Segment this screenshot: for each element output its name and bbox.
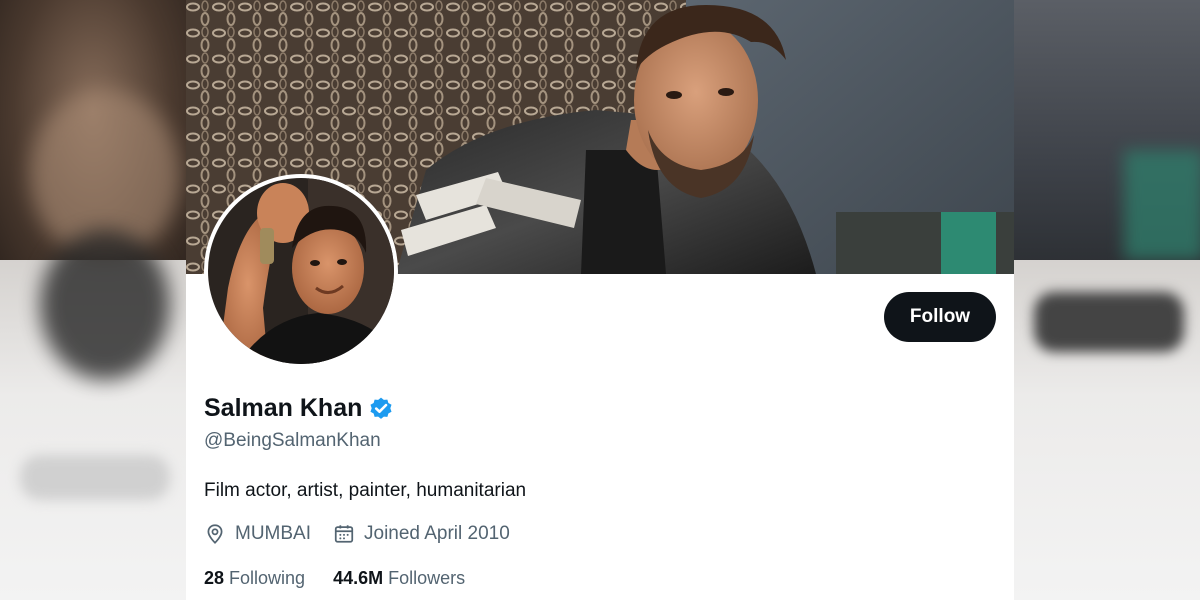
profile-bio: Film actor, artist, painter, humanitaria… (204, 480, 527, 501)
profile-meta-row: MUMBAI Joined April 2010 (204, 523, 532, 545)
blurred-background-right (1014, 0, 1200, 600)
profile-location-text: MUMBAI (235, 523, 311, 544)
followers-label: Followers (388, 568, 466, 588)
profile-joined-text: Joined April 2010 (364, 523, 510, 544)
profile-stats-row: 28 Following 44.6M Followers (204, 568, 493, 589)
profile-avatar[interactable] (204, 174, 398, 368)
follow-button[interactable]: Follow (884, 292, 996, 342)
profile-name-row: Salman Khan (204, 394, 394, 423)
followers-link[interactable]: 44.6M Followers (333, 568, 465, 589)
blurred-background-left (0, 0, 186, 600)
profile-display-name: Salman Khan (204, 394, 363, 422)
following-count: 28 (204, 568, 225, 588)
following-label: Following (229, 568, 306, 588)
verified-badge-icon[interactable] (368, 396, 394, 422)
profile-joined: Joined April 2010 (333, 523, 510, 545)
profile-card: Follow Salman Khan @BeingSalmanKhan Film… (186, 0, 1014, 600)
followers-count: 44.6M (333, 568, 384, 588)
screenshot-stage: Follow Salman Khan @BeingSalmanKhan Film… (0, 0, 1200, 600)
following-link[interactable]: 28 Following (204, 568, 305, 589)
calendar-icon (334, 525, 354, 543)
location-pin-icon (207, 524, 223, 544)
profile-location: MUMBAI (204, 523, 311, 545)
profile-handle: @BeingSalmanKhan (204, 430, 381, 451)
